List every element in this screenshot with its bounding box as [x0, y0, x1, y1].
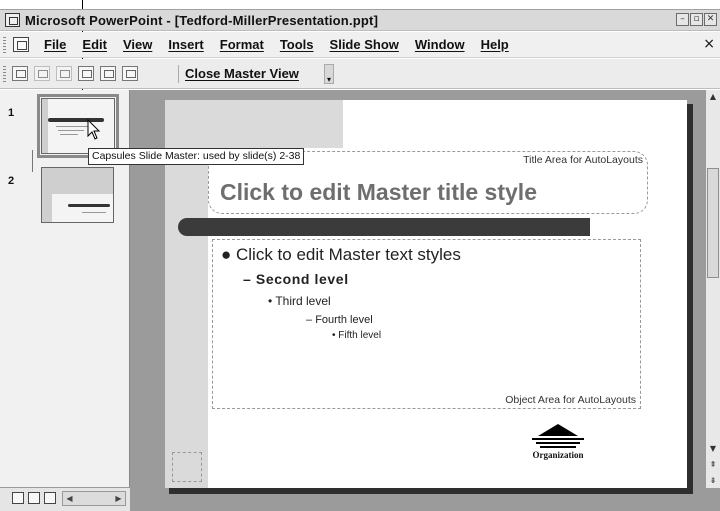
vertical-scrollbar[interactable]: ▲ ▼ ⇞ ⇟: [705, 90, 720, 488]
menu-format[interactable]: Format: [212, 37, 272, 52]
menu-items: File Edit View Insert Format Tools Slide…: [36, 37, 517, 52]
bullet-level-5[interactable]: • Fifth level: [332, 330, 381, 341]
menu-view[interactable]: View: [115, 37, 160, 52]
title-bar: Microsoft PowerPoint - [Tedford-MillerPr…: [0, 9, 720, 31]
view-buttons-bar: ◀ ▶: [0, 487, 130, 511]
previous-slide-icon[interactable]: ⇞: [706, 458, 720, 472]
toolbar-separator: [178, 65, 179, 83]
close-master-view-button[interactable]: Close Master View: [185, 66, 299, 81]
toolbar-icons: [12, 66, 138, 81]
scroll-left-icon[interactable]: ◀: [63, 492, 76, 505]
slide-sorter-view-icon[interactable]: [28, 492, 40, 504]
next-slide-icon[interactable]: ⇟: [706, 474, 720, 488]
scroll-down-icon[interactable]: ▼: [706, 442, 720, 456]
menu-insert[interactable]: Insert: [160, 37, 211, 52]
capsule-bar-decoration: [178, 218, 590, 236]
normal-view-icon[interactable]: [12, 492, 24, 504]
menu-slide-show[interactable]: Slide Show: [322, 37, 407, 52]
bullet-level-1-text: Click to edit Master text styles: [236, 245, 461, 264]
footer-placeholder[interactable]: [172, 452, 202, 482]
pane-horizontal-scrollbar[interactable]: ◀ ▶: [62, 491, 126, 506]
preserve-master-icon[interactable]: [78, 66, 94, 81]
scroll-up-icon[interactable]: ▲: [706, 90, 720, 104]
object-area-label: Object Area for AutoLayouts: [505, 394, 636, 406]
menu-bar: File Edit View Insert Format Tools Slide…: [0, 32, 720, 58]
thumbnail-slide-master[interactable]: [37, 94, 119, 158]
master-layout-icon[interactable]: [122, 66, 138, 81]
slide-show-view-icon[interactable]: [44, 492, 56, 504]
insert-new-title-master-icon[interactable]: [34, 66, 50, 81]
thumbnail-number-2: 2: [8, 175, 15, 187]
bullet-level-2-text: Second level: [255, 271, 349, 287]
menu-help[interactable]: Help: [473, 37, 517, 52]
bullet-level-4[interactable]: – Fourth level: [306, 314, 373, 326]
window-title: Microsoft PowerPoint - [Tedford-MillerPr…: [25, 13, 379, 28]
restore-icon[interactable]: ▫: [690, 13, 703, 26]
thumbnail-title-master[interactable]: [41, 167, 114, 223]
organization-logo-icon: [532, 424, 584, 448]
slide-top-gray-block: [208, 100, 343, 148]
thumbnail-number-1: 1: [8, 107, 15, 119]
menu-window[interactable]: Window: [407, 37, 473, 52]
organization-logo[interactable]: Organization: [522, 422, 594, 462]
mouse-pointer-icon: [87, 119, 101, 140]
bullet-level-3[interactable]: • Third level: [268, 294, 331, 308]
menubar-grip[interactable]: [3, 37, 6, 53]
rename-master-icon[interactable]: [100, 66, 116, 81]
bullet-level-1[interactable]: ● Click to edit Master text styles: [221, 245, 461, 265]
bullet-level-3-text: Third level: [275, 294, 331, 308]
menu-file[interactable]: File: [36, 37, 74, 52]
slide-master-tooltip: Capsules Slide Master: used by slide(s) …: [88, 148, 305, 165]
organization-logo-text: Organization: [532, 450, 584, 460]
bullet-level-2[interactable]: – Second level: [243, 271, 349, 287]
scroll-thumb[interactable]: [707, 168, 719, 278]
document-icon[interactable]: [13, 37, 29, 52]
insert-new-slide-master-icon[interactable]: [12, 66, 28, 81]
toolbar-grip[interactable]: [3, 66, 6, 82]
menu-tools[interactable]: Tools: [272, 37, 322, 52]
close-document-icon[interactable]: ×: [703, 36, 715, 52]
delete-master-icon[interactable]: [56, 66, 72, 81]
slide-master-toolbar: Close Master View ▾: [0, 59, 720, 89]
object-area-placeholder[interactable]: ● Click to edit Master text styles – Sec…: [212, 239, 641, 409]
title-area-label: Title Area for AutoLayouts: [523, 154, 643, 166]
master-title-text[interactable]: Click to edit Master title style: [220, 179, 537, 206]
powerpoint-app-icon[interactable]: [5, 13, 20, 27]
minimize-icon[interactable]: –: [676, 13, 689, 26]
menu-edit[interactable]: Edit: [74, 37, 115, 52]
scroll-right-icon[interactable]: ▶: [112, 492, 125, 505]
toolbar-options-chevron-icon[interactable]: ▾: [324, 64, 334, 84]
tooltip-connector: [32, 150, 33, 172]
close-icon[interactable]: ✕: [704, 13, 717, 26]
bullet-level-4-text: Fourth level: [315, 314, 373, 326]
bullet-level-5-text: Fifth level: [338, 330, 382, 341]
window-controls: – ▫ ✕: [676, 13, 717, 26]
